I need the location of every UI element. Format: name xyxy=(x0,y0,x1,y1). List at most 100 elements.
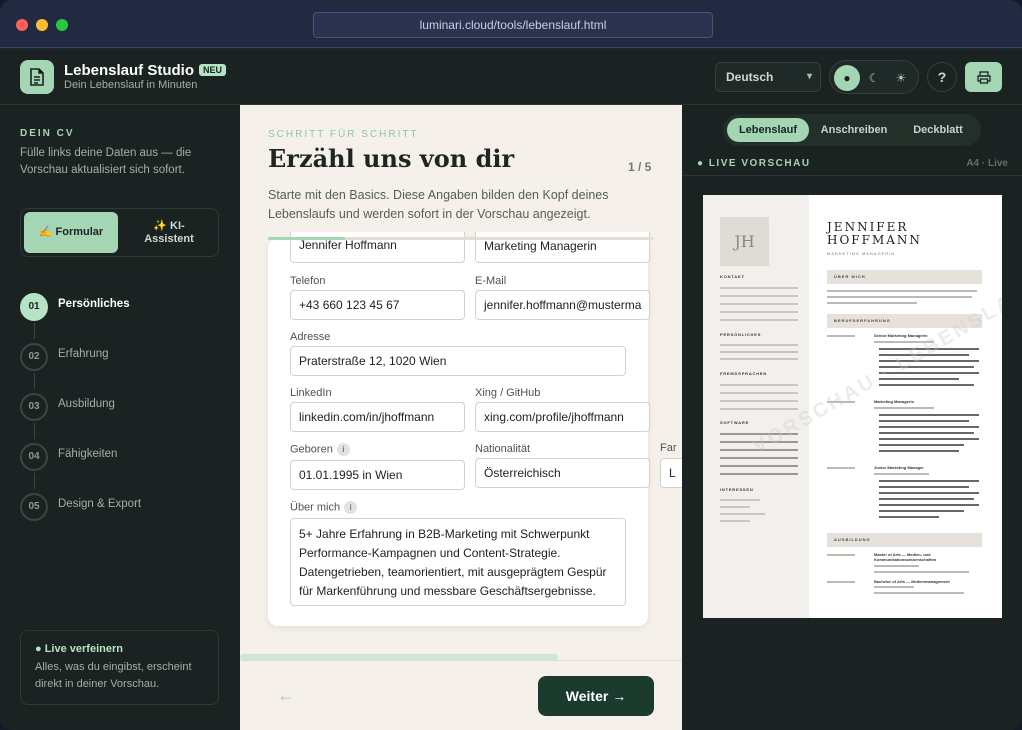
printer-icon xyxy=(976,70,991,84)
cv-heading-software: SOFTWARE xyxy=(720,420,750,425)
cv-line xyxy=(720,506,750,508)
cv-text-line xyxy=(827,302,917,304)
email-label: E-Mail xyxy=(475,275,507,287)
next-button[interactable]: Weiter → xyxy=(538,676,654,716)
cv-text-line xyxy=(827,290,977,292)
cv-text-line xyxy=(874,592,964,594)
tip-text: Alles, was du eingibst, erscheint direkt… xyxy=(35,661,192,690)
ai-assistant-button[interactable]: ✨ KI-Assistent xyxy=(122,212,216,253)
step-number: 02 xyxy=(20,343,48,371)
maximize-window-button[interactable] xyxy=(56,19,68,31)
address-bar[interactable]: luminari.cloud/tools/lebenslauf.html xyxy=(313,12,713,38)
family-input[interactable]: L xyxy=(660,458,682,488)
print-button[interactable] xyxy=(965,62,1002,92)
cv-text-line xyxy=(879,492,979,494)
cv-text-line xyxy=(879,384,974,386)
theme-switcher: ● ☾ ☀ xyxy=(829,60,919,94)
cv-line xyxy=(720,287,798,289)
app-name-text: Lebenslauf Studio xyxy=(64,62,195,79)
sidebar: DEIN CV Fülle links deine Daten aus — di… xyxy=(0,105,240,730)
form-panel: SCHRITT FÜR SCHRITT Erzähl uns von dir 1… xyxy=(240,105,682,730)
born-input[interactable]: 01.01.1995 in Wien xyxy=(290,460,465,490)
cv-text-line xyxy=(879,426,979,428)
step-personal[interactable]: 01 Persönliches xyxy=(20,293,220,323)
step-design-export[interactable]: 05 Design & Export xyxy=(20,493,220,523)
form-mode-button[interactable]: ✍️ Formular xyxy=(24,212,118,253)
app-name: Lebenslauf Studio NEU xyxy=(64,62,227,79)
cv-job-title: Marketing Managerin xyxy=(874,399,915,404)
step-skills[interactable]: 04 Fähigkeiten xyxy=(20,443,220,473)
step-number: 04 xyxy=(20,443,48,471)
step-label: Ausbildung xyxy=(58,398,115,410)
info-icon[interactable]: i xyxy=(344,501,358,514)
sidebar-title: DEIN CV xyxy=(20,128,75,139)
cv-text-line xyxy=(874,586,914,588)
cv-line xyxy=(720,408,798,410)
moon-icon[interactable]: ☾ xyxy=(861,65,887,91)
close-window-button[interactable] xyxy=(16,19,28,31)
tab-lebenslauf[interactable]: Lebenslauf xyxy=(727,118,809,142)
phone-label: Telefon xyxy=(290,275,326,287)
cv-text-line xyxy=(879,510,964,512)
cv-text-line xyxy=(874,407,934,409)
sun-icon[interactable]: ☀ xyxy=(888,65,914,91)
browser-window: luminari.cloud/tools/lebenslauf.html Leb… xyxy=(0,0,1022,730)
about-textarea[interactable]: 5+ Jahre Erfahrung in B2B-Marketing mit … xyxy=(290,518,626,606)
cv-text-line xyxy=(879,420,969,422)
phone-input[interactable]: +43 660 123 45 67 xyxy=(290,290,465,320)
xing-input[interactable]: xing.com/profile/jhoffmann xyxy=(475,402,650,432)
cv-text-line xyxy=(874,473,929,475)
back-button[interactable]: ← xyxy=(277,685,295,706)
step-education[interactable]: 03 Ausbildung xyxy=(20,393,220,423)
cv-sidebar: JH KONTAKT PERSÖNLICHES FREMDSPRACHEN SO… xyxy=(703,195,809,618)
tab-deckblatt[interactable]: Deckblatt xyxy=(899,118,977,142)
cv-text-line xyxy=(827,296,972,298)
cv-last-name: HOFFMANN xyxy=(827,233,922,247)
help-button[interactable]: ? xyxy=(927,62,957,92)
cv-degree: Bachelor of Arts — Medienmanagement xyxy=(874,579,950,584)
cv-line xyxy=(720,400,798,402)
preview-tabs: Lebenslauf Anschreiben Deckblatt xyxy=(723,114,981,146)
cv-line xyxy=(720,351,798,353)
paper-format: A4 · Live xyxy=(966,158,1008,169)
nationality-input[interactable]: Österreichisch xyxy=(475,458,650,488)
linkedin-input[interactable]: linkedin.com/in/jhoffmann xyxy=(290,402,465,432)
minimize-window-button[interactable] xyxy=(36,19,48,31)
preview-panel: Lebenslauf Anschreiben Deckblatt ● LIVE … xyxy=(682,105,1022,730)
mode-toggle: ✍️ Formular ✨ KI-Assistent xyxy=(20,208,219,257)
step-experience[interactable]: 02 Erfahrung xyxy=(20,343,220,373)
cv-preview-page[interactable]: JH KONTAKT PERSÖNLICHES FREMDSPRACHEN SO… xyxy=(703,195,1002,618)
cv-line xyxy=(720,358,798,360)
preview-status-bar: ● LIVE VORSCHAU A4 · Live xyxy=(682,152,1022,176)
language-select[interactable]: Deutsch ▾ xyxy=(715,62,821,92)
cv-text-line xyxy=(879,414,979,416)
info-icon[interactable]: i xyxy=(336,443,350,456)
tip-title: ● Live verfeinern xyxy=(35,643,123,655)
email-input[interactable]: jennifer.hoffmann@musterma xyxy=(475,290,650,320)
theme-dark-dot-icon[interactable]: ● xyxy=(834,65,860,91)
cv-section-education: AUSBILDUNG xyxy=(827,533,982,547)
cv-line xyxy=(720,465,798,467)
cv-heading-languages: FREMDSPRACHEN xyxy=(720,371,768,376)
tab-anschreiben[interactable]: Anschreiben xyxy=(813,118,895,142)
document-icon xyxy=(20,60,54,94)
cv-heading-contact: KONTAKT xyxy=(720,274,745,279)
step-label: Erfahrung xyxy=(58,348,109,360)
form-title: Erzähl uns von dir xyxy=(268,144,515,173)
step-connector xyxy=(34,423,35,439)
step-counter: 1 / 5 xyxy=(628,160,652,174)
cv-line xyxy=(720,344,798,346)
avatar: JH xyxy=(720,217,769,266)
linkedin-label: LinkedIn xyxy=(290,387,332,399)
cv-line xyxy=(720,392,798,394)
cv-name: JENNIFER HOFFMANN xyxy=(827,221,922,247)
cv-text-line xyxy=(879,486,969,488)
cv-heading-personal: PERSÖNLICHES xyxy=(720,332,762,337)
step-connector xyxy=(34,373,35,389)
cv-line xyxy=(720,295,798,297)
address-input[interactable]: Praterstraße 12, 1020 Wien xyxy=(290,346,626,376)
family-label: Far xyxy=(660,442,677,454)
language-value: Deutsch xyxy=(726,70,774,84)
tip-box: ● Live verfeinern Alles, was du eingibst… xyxy=(20,630,219,705)
app-tagline: Dein Lebenslauf in Minuten xyxy=(64,79,198,91)
